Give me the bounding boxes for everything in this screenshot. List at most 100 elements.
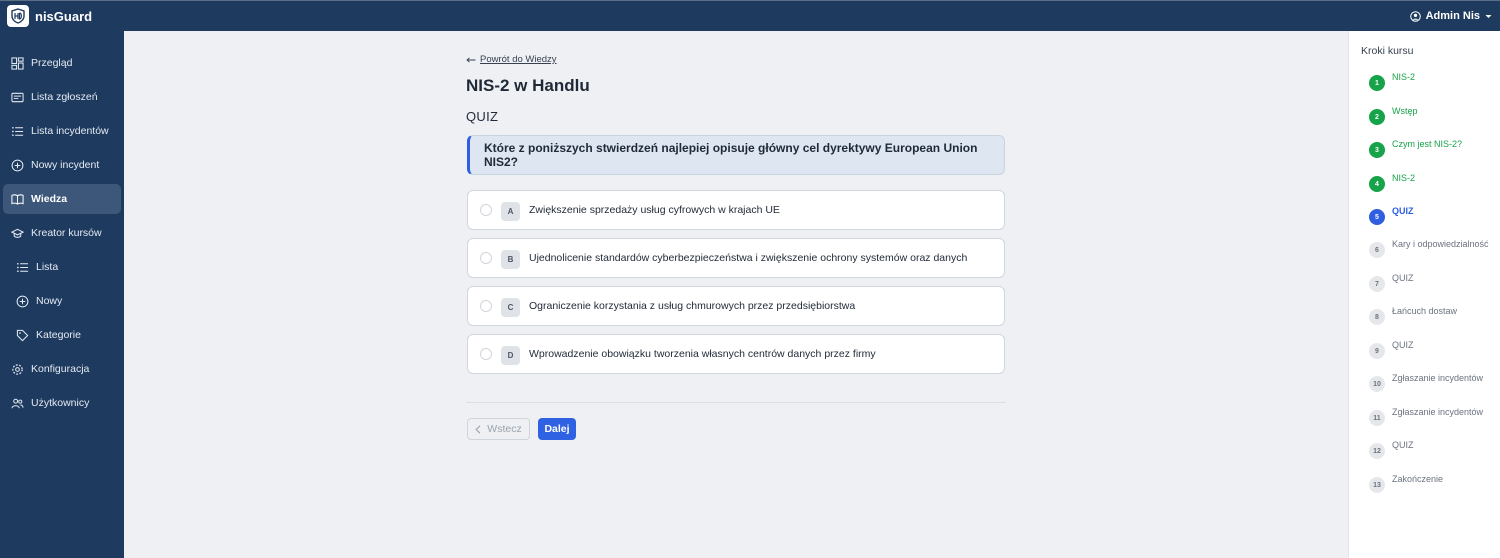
user-name: Admin Nis [1425,10,1480,22]
step-label: QUIZ [1392,440,1414,450]
sidebar-item-kreator-kursow[interactable]: Kreator kursów [3,218,121,248]
option-letter: A [501,201,520,221]
sidebar-item-wiedza[interactable]: Wiedza [3,184,121,214]
radio-button[interactable] [480,204,492,216]
plus-circle-icon [11,159,24,171]
course-steps-panel: Kroki kursu 1 NIS-2 2 Wstęp 3 Czym jest … [1348,31,1500,558]
step-number: 10 [1369,376,1385,392]
option-text: Zwiększenie sprzedaży usług cyfrowych w … [529,204,780,216]
answer-option-d[interactable]: D Wprowadzenie obowiązku tworzenia własn… [467,334,1005,374]
sidebar-item-nowy-incydent[interactable]: Nowy incydent [3,150,121,180]
divider [466,402,1006,403]
step-number: 11 [1369,410,1385,426]
course-step-10[interactable]: 10 Zgłaszanie incydentów [1369,373,1500,393]
app-logo [7,5,29,27]
radio-button[interactable] [480,348,492,360]
graduation-cap-icon [11,228,24,238]
course-step-13[interactable]: 13 Zakończenie [1369,474,1500,494]
back-link-label: Powrót do Wiedzy [480,54,557,65]
sidebar-item-nowy[interactable]: Nowy [3,286,121,316]
plus-circle-icon [16,295,29,307]
sidebar-item-label: Lista incydentów [31,125,109,137]
step-number: 8 [1369,309,1385,325]
sidebar-item-label: Użytkownicy [31,397,90,409]
step-label: Łańcuch dostaw [1392,306,1458,316]
sidebar: Przegląd Lista zgłoszeń Lista incydentów… [0,31,124,558]
previous-button-label: Wstecz [487,423,522,435]
answer-option-a[interactable]: A Zwiększenie sprzedaży usług cyfrowych … [467,190,1005,230]
users-icon [11,398,24,408]
main-content: Powrót do Wiedzy NIS-2 w Handlu QUIZ Któ… [124,31,1348,558]
answer-option-c[interactable]: C Ograniczenie korzystania z usług chmur… [467,286,1005,326]
course-step-3[interactable]: 3 Czym jest NIS-2? [1369,139,1500,159]
question-box: Które z poniższych stwierdzeń najlepiej … [467,135,1005,175]
user-menu[interactable]: Admin Nis [1409,10,1492,22]
sidebar-item-uzytkownicy[interactable]: Użytkownicy [3,388,121,418]
next-button-label: Dalej [544,423,570,435]
step-number: 2 [1369,109,1385,125]
step-number: 4 [1369,176,1385,192]
course-step-9[interactable]: 9 QUIZ [1369,340,1500,360]
next-button[interactable]: Dalej [538,418,576,440]
user-avatar-icon [1409,10,1421,22]
step-label: QUIZ [1392,273,1414,283]
sidebar-item-lista-zgloszen[interactable]: Lista zgłoszeń [3,82,121,112]
course-step-6[interactable]: 6 Kary i odpowiedzialność [1369,239,1500,259]
sidebar-item-konfiguracja[interactable]: Konfiguracja [3,354,121,384]
course-step-5[interactable]: 5 QUIZ [1369,206,1500,226]
list-icon [12,126,24,136]
option-letter: C [501,297,520,317]
course-step-4[interactable]: 4 NIS-2 [1369,173,1500,193]
step-number: 3 [1369,142,1385,158]
brand[interactable]: nisGuard [7,5,92,27]
answer-option-b[interactable]: B Ujednolicenie standardów cyberbezpiecz… [467,238,1005,278]
course-step-7[interactable]: 7 QUIZ [1369,273,1500,293]
course-step-1[interactable]: 1 NIS-2 [1369,72,1500,92]
radio-button[interactable] [480,300,492,312]
chevron-left-icon [475,424,481,434]
sidebar-item-label: Nowy [36,295,63,307]
chevron-down-icon [1485,14,1492,18]
step-number: 7 [1369,276,1385,292]
dashboard-icon [11,56,24,70]
book-icon [11,193,24,205]
option-letter: D [501,345,520,365]
step-number: 9 [1369,343,1385,359]
step-label: NIS-2 [1392,72,1416,82]
step-number: 5 [1369,209,1385,225]
sidebar-item-kategorie[interactable]: Kategorie [3,320,121,350]
sidebar-item-label: Przegląd [31,57,73,69]
step-label: Zgłaszanie incydentów [1392,407,1484,417]
course-step-12[interactable]: 12 QUIZ [1369,440,1500,460]
section-label: QUIZ [466,109,499,124]
steps-title: Kroki kursu [1361,45,1414,57]
back-to-knowledge-link[interactable]: Powrót do Wiedzy [466,54,557,65]
step-label: Wstęp [1392,106,1418,116]
radio-button[interactable] [480,252,492,264]
top-bar: nisGuard Admin Nis [0,0,1500,31]
step-label: Zakończenie [1392,474,1444,484]
course-step-11[interactable]: 11 Zgłaszanie incydentów [1369,407,1500,427]
sidebar-item-label: Kreator kursów [31,227,102,239]
sidebar-item-label: Kategorie [36,329,81,341]
step-label: NIS-2 [1392,173,1416,183]
sidebar-item-label: Lista [36,261,59,273]
sidebar-item-lista[interactable]: Lista [3,252,121,282]
shield-logo-icon [11,8,25,24]
app-name: nisGuard [35,8,93,24]
course-step-2[interactable]: 2 Wstęp [1369,106,1500,126]
previous-button[interactable]: Wstecz [467,418,530,440]
sidebar-item-przeglad[interactable]: Przegląd [3,48,121,78]
question-text: Które z poniższych stwierdzeń najlepiej … [484,141,978,169]
step-number: 13 [1369,477,1385,493]
course-step-8[interactable]: 8 Łańcuch dostaw [1369,306,1500,326]
step-label: QUIZ [1392,340,1414,350]
list-icon [17,262,29,272]
step-label: Zgłaszanie incydentów [1392,373,1484,383]
sidebar-item-label: Konfiguracja [31,363,90,375]
step-number: 6 [1369,242,1385,258]
sidebar-item-lista-incydentow[interactable]: Lista incydentów [3,116,121,146]
option-text: Ujednolicenie standardów cyberbezpieczeń… [529,252,968,264]
arrow-left-icon [466,56,476,63]
sidebar-item-label: Wiedza [31,193,68,205]
